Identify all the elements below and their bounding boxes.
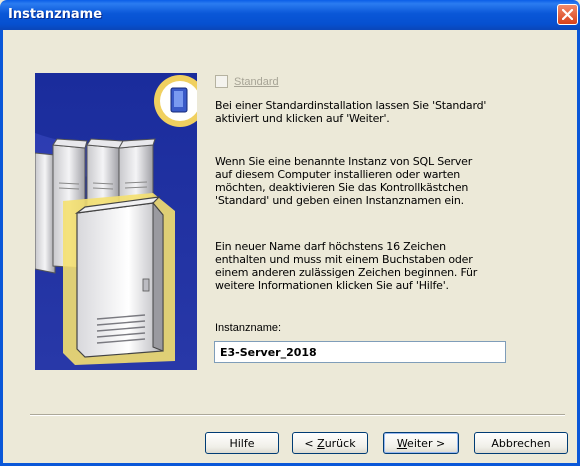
next-button[interactable]: Weiter > (383, 432, 459, 454)
window-frame-left (0, 30, 3, 466)
info-paragraph-3: Ein neuer Name darf höchstens 16 Zeichen… (215, 240, 515, 292)
cancel-button-label: Abbrechen (491, 436, 551, 450)
standard-checkbox-row[interactable]: Standard (215, 75, 279, 88)
instance-name-input[interactable] (214, 341, 506, 363)
help-button-label: Hilfe (229, 436, 255, 450)
info-line: auf diesem Computer installieren oder wa… (215, 168, 461, 181)
back-button-label: < Zurück (304, 436, 356, 450)
button-separator (30, 414, 565, 416)
info-line: Bei einer Standardinstallation lassen Si… (215, 99, 487, 112)
info-line: Ein neuer Name darf höchstens 16 Zeichen (215, 240, 446, 253)
title-bar[interactable]: Instanzname (0, 0, 580, 30)
info-line: einem anderen zulässigen Zeichen beginne… (215, 266, 478, 279)
info-paragraph-1: Bei einer Standardinstallation lassen Si… (215, 99, 515, 125)
instance-name-label: Instanzname: (215, 322, 282, 334)
cancel-button[interactable]: Abbrechen (474, 432, 568, 454)
info-paragraph-2: Wenn Sie eine benannte Instanz von SQL S… (215, 155, 515, 207)
help-button[interactable]: Hilfe (205, 432, 279, 454)
close-button[interactable] (557, 4, 578, 25)
info-line: weitere Informationen klicken Sie auf 'H… (215, 279, 449, 292)
next-button-label: Weiter > (396, 436, 446, 450)
standard-checkbox-label: Standard (234, 75, 279, 88)
server-artwork (35, 73, 197, 370)
info-line: 'Standard' und geben einen Instanznamen … (215, 194, 464, 207)
info-line: Wenn Sie eine benannte Instanz von SQL S… (215, 155, 473, 168)
close-icon (562, 9, 573, 20)
standard-checkbox[interactable] (215, 75, 228, 88)
info-line: aktiviert und klicken auf 'Weiter'. (215, 112, 390, 125)
window-title: Instanzname (8, 7, 103, 22)
info-line: enthalten und muss mit einem Buchstaben … (215, 253, 473, 266)
back-button[interactable]: < Zurück (292, 432, 368, 454)
info-line: möchten, deaktivieren Sie das Kontrollkä… (215, 181, 469, 194)
book-icon (170, 87, 188, 113)
